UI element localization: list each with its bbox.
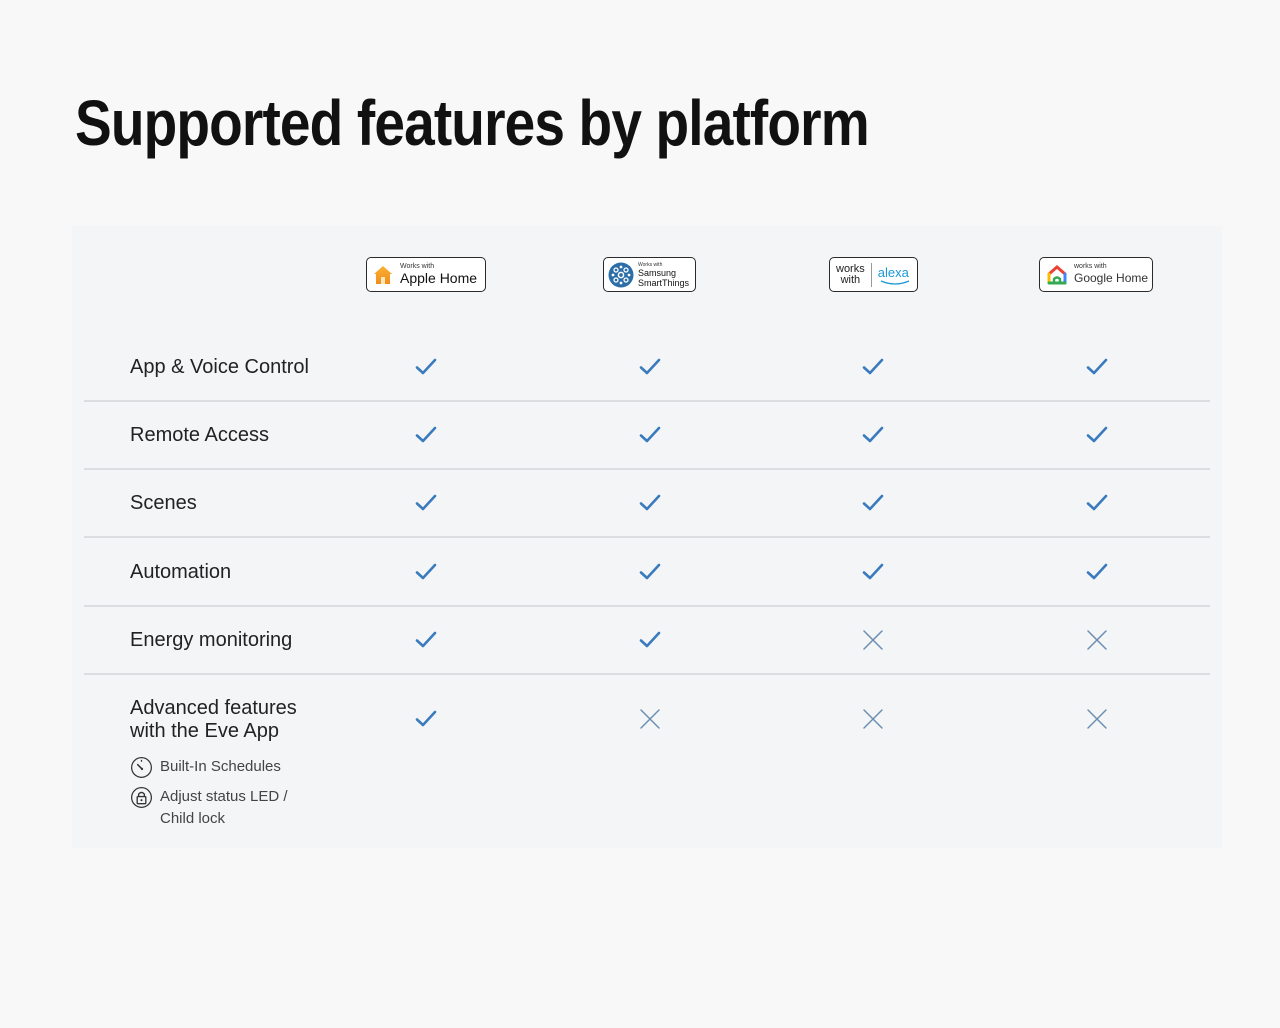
page-title: Supported features by platform xyxy=(75,87,870,159)
check-icon xyxy=(415,358,437,375)
row-divider xyxy=(84,673,1210,675)
feature-label-scenes: Scenes xyxy=(130,492,197,514)
check-icon xyxy=(415,710,437,727)
apple-home-icon xyxy=(374,265,392,284)
badge-samsung-line2: SmartThings xyxy=(638,277,690,288)
feature-label-advanced-line2: with the Eve App xyxy=(130,720,279,742)
check-icon xyxy=(1086,358,1108,375)
badge-samsung-smartthings: Works with Samsung SmartThings xyxy=(603,257,696,292)
badge-apple-home: Works with Apple Home xyxy=(366,257,486,292)
check-icon xyxy=(639,563,661,580)
check-icon xyxy=(862,358,884,375)
badge-alexa: works with alexa xyxy=(829,257,918,292)
feature-label-app-voice-control: App & Voice Control xyxy=(130,356,309,378)
cross-icon xyxy=(640,709,660,729)
feature-label-energy-monitoring: Energy monitoring xyxy=(130,629,293,651)
sub-feature-led-child-lock: Adjust status LED / Child lock xyxy=(130,786,310,830)
check-icon xyxy=(415,494,437,511)
badge-google-big: Google Home xyxy=(1074,271,1149,285)
badge-google-home: works with Google Home xyxy=(1039,257,1153,292)
check-icon xyxy=(639,358,661,375)
check-icon xyxy=(862,494,884,511)
cross-icon xyxy=(863,630,883,650)
check-icon xyxy=(639,631,661,648)
check-icon xyxy=(415,426,437,443)
alexa-smile-icon xyxy=(880,280,909,285)
check-icon xyxy=(639,494,661,511)
check-icon xyxy=(1086,563,1108,580)
badge-samsung-line1: Samsung xyxy=(638,267,677,278)
badge-alexa-wordmark: alexa xyxy=(877,265,909,280)
check-icon xyxy=(415,631,437,648)
check-icon xyxy=(1086,426,1108,443)
cross-icon xyxy=(1087,630,1107,650)
check-icon xyxy=(415,563,437,580)
check-icon xyxy=(1086,494,1108,511)
feature-label-remote-access: Remote Access xyxy=(130,424,269,446)
google-home-icon xyxy=(1047,265,1067,284)
row-divider xyxy=(84,605,1210,607)
timer-icon xyxy=(131,757,152,778)
badge-alexa-works: works xyxy=(836,262,865,275)
check-icon xyxy=(862,563,884,580)
row-divider xyxy=(84,536,1210,538)
sub-feature-label: Built-In Schedules xyxy=(160,758,281,775)
badge-alexa-separator xyxy=(870,262,872,287)
row-divider xyxy=(84,400,1210,402)
check-icon xyxy=(639,426,661,443)
badge-apple-big: Apple Home xyxy=(400,270,478,286)
sub-feature-built-in-schedules: Built-In Schedules xyxy=(130,756,310,779)
row-divider xyxy=(84,468,1210,470)
badge-google-small: works with xyxy=(1074,263,1107,270)
badge-alexa-with: with xyxy=(840,273,861,286)
cross-icon xyxy=(1087,709,1107,729)
sub-feature-label: Adjust status LED / Child lock xyxy=(160,788,288,827)
smartthings-icon xyxy=(608,262,634,287)
feature-label-advanced-features: Advanced features with the Eve App xyxy=(130,697,297,743)
lock-icon xyxy=(131,787,152,808)
cross-icon xyxy=(863,709,883,729)
check-icon xyxy=(862,426,884,443)
feature-label-automation: Automation xyxy=(130,561,232,583)
feature-label-advanced-line1: Advanced features xyxy=(130,697,297,719)
